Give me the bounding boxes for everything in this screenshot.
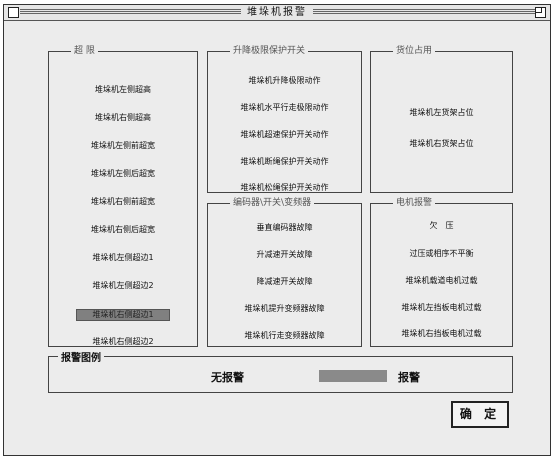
group-switch: 升降极限保护开关 堆垛机升降极限动作 堆垛机水平行走极限动作 堆垛机超速保护开关…	[207, 46, 362, 193]
alarm-item: 堆垛机右侧前超宽	[91, 197, 155, 206]
alarm-swatch	[319, 370, 387, 382]
alarm-item: 堆垛机松绳保护开关动作	[240, 183, 329, 192]
group-switch-title: 升降极限保护开关	[233, 46, 306, 56]
alarm-item: 堆垛机超速保护开关动作	[240, 130, 329, 139]
alarm-item: 堆垛机左货架占位	[409, 108, 474, 117]
zoom-box[interactable]	[535, 7, 546, 18]
alarm-item: 堆垛机提升变频器故障	[244, 304, 325, 313]
window-title: 堆垛机报警	[241, 7, 313, 18]
alarm-item: 欠 压	[429, 221, 454, 230]
alarm-item: 垂直编码器故障	[256, 223, 313, 232]
group-limit: 超 限 堆垛机左侧超高 堆垛机右侧超高 堆垛机左侧前超宽 堆垛机左侧后超宽 堆垛…	[48, 46, 198, 347]
alarm-item: 堆垛机左挡板电机过载	[401, 303, 482, 312]
alarm-item: 堆垛机右货架占位	[409, 139, 474, 148]
alarm-item-active: 堆垛机右侧超边1	[76, 309, 170, 321]
group-motor-title: 电机报警	[396, 198, 433, 208]
group-occupy-title: 货位占用	[396, 46, 433, 56]
alarm-item: 堆垛机升降极限动作	[248, 76, 321, 85]
alarm-item: 堆垛机左侧前超宽	[91, 141, 155, 150]
group-motor: 电机报警 欠 压 过压或相序不平衡 堆垛机载道电机过载 堆垛机左挡板电机过载 堆…	[370, 198, 513, 347]
no-alarm-label: 无报警	[211, 371, 244, 384]
alarm-item: 堆垛机左侧超边1	[92, 253, 154, 262]
alarm-window: 堆垛机报警 超 限 堆垛机左侧超高 堆垛机右侧超高 堆垛机左侧前超宽 堆垛机左侧…	[3, 4, 551, 456]
alarm-item: 堆垛机右挡板电机过载	[401, 329, 482, 338]
alarm-item: 堆垛机载道电机过载	[405, 276, 478, 285]
group-limit-title: 超 限	[74, 46, 95, 56]
alarm-legend: 报警图例 无报警 报警	[48, 349, 513, 393]
ok-button[interactable]: 确 定	[451, 401, 509, 428]
alarm-item: 堆垛机右侧超边2	[92, 337, 154, 346]
alarm-item: 堆垛机右侧后超宽	[91, 225, 155, 234]
alarm-item: 堆垛机左侧后超宽	[91, 169, 155, 178]
group-occupy: 货位占用 堆垛机左货架占位 堆垛机右货架占位	[370, 46, 513, 193]
alarm-item: 降减速开关故障	[256, 277, 313, 286]
title-bar[interactable]: 堆垛机报警	[4, 5, 550, 21]
alarm-item: 升减速开关故障	[256, 250, 313, 259]
alarm-item: 堆垛机左侧超高	[95, 85, 151, 94]
group-encoder-title: 编码器\开关\变频器	[233, 198, 312, 208]
alarm-item: 堆垛机水平行走极限动作	[240, 103, 329, 112]
group-encoder: 编码器\开关\变频器 垂直编码器故障 升减速开关故障 降减速开关故障 堆垛机提升…	[207, 198, 362, 347]
alarm-item: 堆垛机行走变频器故障	[244, 331, 325, 340]
alarm-item: 堆垛机左侧超边2	[92, 281, 154, 290]
alarm-legend-title: 报警图例	[58, 349, 104, 364]
alarm-label: 报警	[398, 371, 420, 384]
alarm-item: 堆垛机断绳保护开关动作	[240, 157, 329, 166]
alarm-item: 过压或相序不平衡	[409, 249, 474, 258]
alarm-item: 堆垛机右侧超高	[95, 113, 151, 122]
